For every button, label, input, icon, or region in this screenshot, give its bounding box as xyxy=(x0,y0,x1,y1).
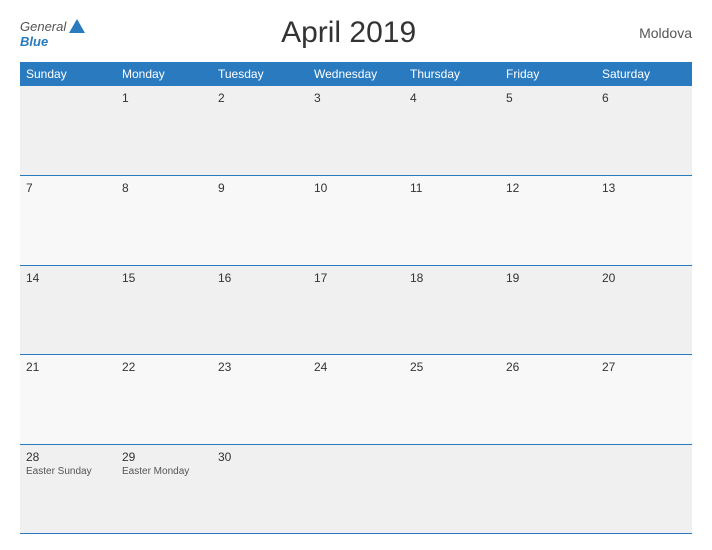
calendar-cell: 27 xyxy=(596,355,692,445)
day-header-friday: Friday xyxy=(500,62,596,86)
day-number: 15 xyxy=(122,271,206,285)
calendar-cell: 12 xyxy=(500,176,596,266)
day-number: 29 xyxy=(122,450,206,464)
calendar-cell: 28 Easter Sunday xyxy=(20,444,116,534)
calendar-cell xyxy=(308,444,404,534)
calendar-cell: 7 xyxy=(20,176,116,266)
day-header-wednesday: Wednesday xyxy=(308,62,404,86)
day-header-thursday: Thursday xyxy=(404,62,500,86)
day-header-tuesday: Tuesday xyxy=(212,62,308,86)
logo-general-text: General xyxy=(20,20,66,33)
calendar-cell: 21 xyxy=(20,355,116,445)
day-number: 13 xyxy=(602,181,686,195)
day-number: 4 xyxy=(410,91,494,105)
calendar-cell: 2 xyxy=(212,86,308,176)
day-number: 21 xyxy=(26,360,110,374)
calendar-table: SundayMondayTuesdayWednesdayThursdayFrid… xyxy=(20,62,692,534)
day-number: 12 xyxy=(506,181,590,195)
day-number: 6 xyxy=(602,91,686,105)
calendar-cell: 17 xyxy=(308,265,404,355)
calendar-week-5: 28 Easter Sunday 29 Easter Monday 30 xyxy=(20,444,692,534)
calendar-week-1: 123456 xyxy=(20,86,692,176)
calendar-cell: 3 xyxy=(308,86,404,176)
calendar-cell: 20 xyxy=(596,265,692,355)
calendar-cell xyxy=(20,86,116,176)
day-number: 3 xyxy=(314,91,398,105)
page-title: April 2019 xyxy=(85,16,612,50)
day-number: 8 xyxy=(122,181,206,195)
day-number: 5 xyxy=(506,91,590,105)
calendar-week-2: 789 10 11 12 13 xyxy=(20,176,692,266)
day-number: 16 xyxy=(218,271,302,285)
day-number: 27 xyxy=(602,360,686,374)
calendar-cell: 8 xyxy=(116,176,212,266)
day-number: 14 xyxy=(26,271,110,285)
day-number: 28 xyxy=(26,450,110,464)
calendar-cell xyxy=(404,444,500,534)
calendar-cell: 6 xyxy=(596,86,692,176)
calendar-cell: 22 xyxy=(116,355,212,445)
logo: General Blue xyxy=(20,19,85,48)
day-number: 24 xyxy=(314,360,398,374)
day-number: 18 xyxy=(410,271,494,285)
day-number: 17 xyxy=(314,271,398,285)
day-number: 22 xyxy=(122,360,206,374)
calendar-cell: 4 xyxy=(404,86,500,176)
calendar-cell: 11 xyxy=(404,176,500,266)
day-number: 26 xyxy=(506,360,590,374)
calendar-cell: 13 xyxy=(596,176,692,266)
calendar-cell: 26 xyxy=(500,355,596,445)
calendar-cell: 30 xyxy=(212,444,308,534)
calendar-cell: 14 xyxy=(20,265,116,355)
day-number: 7 xyxy=(26,181,110,195)
calendar-cell: 18 xyxy=(404,265,500,355)
event-label: Easter Sunday xyxy=(26,466,110,477)
logo-triangle-icon xyxy=(69,19,85,33)
calendar-cell: 10 xyxy=(308,176,404,266)
day-number: 19 xyxy=(506,271,590,285)
calendar-cell: 16 xyxy=(212,265,308,355)
country-label: Moldova xyxy=(612,25,692,41)
calendar-cell: 25 xyxy=(404,355,500,445)
calendar-cell xyxy=(500,444,596,534)
calendar-week-3: 14 15 16 17 18 19 20 xyxy=(20,265,692,355)
event-label: Easter Monday xyxy=(122,466,206,477)
calendar-week-4: 21 22 23 24 25 26 27 xyxy=(20,355,692,445)
day-number: 30 xyxy=(218,450,302,464)
calendar-cell: 24 xyxy=(308,355,404,445)
calendar-cell: 15 xyxy=(116,265,212,355)
calendar-cell xyxy=(596,444,692,534)
day-header-sunday: Sunday xyxy=(20,62,116,86)
calendar-cell: 1 xyxy=(116,86,212,176)
day-number: 2 xyxy=(218,91,302,105)
day-header-monday: Monday xyxy=(116,62,212,86)
day-number: 11 xyxy=(410,181,494,195)
day-number: 25 xyxy=(410,360,494,374)
calendar-cell: 19 xyxy=(500,265,596,355)
day-header-saturday: Saturday xyxy=(596,62,692,86)
day-number: 23 xyxy=(218,360,302,374)
day-number: 1 xyxy=(122,91,206,105)
calendar-cell: 29 Easter Monday xyxy=(116,444,212,534)
logo-blue-text: Blue xyxy=(20,35,85,48)
calendar-cell: 5 xyxy=(500,86,596,176)
page-header: General Blue April 2019 Moldova xyxy=(20,16,692,50)
calendar-cell: 23 xyxy=(212,355,308,445)
day-number: 20 xyxy=(602,271,686,285)
day-number: 10 xyxy=(314,181,398,195)
calendar-header-row: SundayMondayTuesdayWednesdayThursdayFrid… xyxy=(20,62,692,86)
calendar-cell: 9 xyxy=(212,176,308,266)
day-number: 9 xyxy=(218,181,302,195)
